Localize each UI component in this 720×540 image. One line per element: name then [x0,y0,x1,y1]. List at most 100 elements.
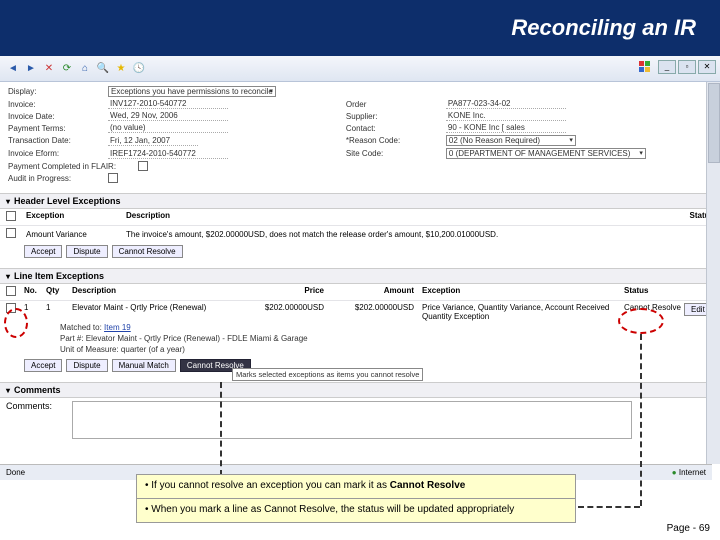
supplier-label: Supplier: [346,112,446,121]
header-exc-desc: The invoice's amount, $202.00000USD, doe… [126,230,654,239]
order-label: Order [346,100,446,109]
line-exc-row: 1 1 Elevator Maint - Qrtly Price (Renewa… [0,301,720,323]
matched-label: Matched to: [60,323,102,332]
close-button[interactable]: ✕ [698,60,716,74]
cannot-resolve-button[interactable]: Cannot Resolve [112,245,183,258]
completed-checkbox[interactable] [138,161,148,171]
contact-label: Contact: [346,124,446,133]
matched-to-row: Matched to: Item 19 [0,323,720,334]
dispute-button[interactable]: Dispute [66,245,107,258]
line-status: Cannot Resolve [624,303,684,312]
header-exc-checkall[interactable] [6,211,16,221]
comments-label: Comments: [6,401,66,411]
slide-title-bar: Reconciling an IR [0,0,720,56]
cannot-resolve-tooltip: Marks selected exceptions as items you c… [232,368,423,381]
reason-select[interactable]: 02 (No Reason Required) [446,135,576,146]
windows-flag-icon [638,60,652,74]
stop-icon[interactable]: ✕ [42,62,56,76]
line-exc-actions: Accept Dispute Manual Match Cannot Resol… [0,356,720,378]
line-row-check[interactable] [6,303,16,313]
audit-checkbox[interactable] [108,173,118,183]
header-exc-name: Amount Variance [26,230,126,239]
col-exception-line: Exception [422,286,624,298]
invoice-label: Invoice: [8,100,108,109]
line-exception: Price Variance, Quantity Variance, Accou… [422,303,624,321]
minimize-button[interactable]: _ [658,60,676,74]
callout-1: • If you cannot resolve an exception you… [136,474,576,499]
completed-label: Payment Completed in FLAIR: [8,162,138,171]
callout-2-text: • When you mark a line as Cannot Resolve… [145,504,514,515]
ir-form: Display: Exceptions you have permissions… [0,82,720,189]
line-checkall[interactable] [6,286,16,296]
callout-1-bold: Cannot Resolve [390,480,466,491]
home-icon[interactable]: ⌂ [78,62,92,76]
search-icon[interactable]: 🔍 [96,62,110,76]
comments-area: Comments: [0,398,720,442]
line-qty: 1 [46,303,72,312]
col-amount: Amount [332,286,422,298]
invdate-label: Invoice Date: [8,112,108,121]
line-exceptions-section[interactable]: Line Item Exceptions [0,268,720,284]
col-price: Price [232,286,332,298]
callout-2: • When you mark a line as Cannot Resolve… [136,498,576,523]
line-price: $202.00000USD [232,303,332,312]
line-desc: Elevator Maint - Qrtly Price (Renewal) [72,303,232,312]
favorites-icon[interactable]: ★ [114,62,128,76]
accept-button[interactable]: Accept [24,245,62,258]
display-select[interactable]: Exceptions you have permissions to recon… [108,86,276,97]
matched-part-row: Part #: Elevator Maint - Qrtly Price (Re… [0,334,720,345]
scroll-thumb[interactable] [708,83,720,163]
refresh-icon[interactable]: ⟳ [60,62,74,76]
site-label: Site Code: [346,149,446,158]
header-exc-columns: Exception Description Status [0,209,720,226]
site-select[interactable]: 0 (DEPARTMENT OF MANAGEMENT SERVICES) [446,148,646,159]
window-controls: _ ▫ ✕ [638,60,716,74]
col-status: Status [654,211,714,223]
eform-label: Invoice Eform: [8,149,108,158]
eform-value: IREF1724-2010-540772 [108,149,228,159]
comments-section[interactable]: Comments [0,382,720,398]
dispute-button-line[interactable]: Dispute [66,359,107,372]
invdate-value: Wed, 29 Nov, 2006 [108,111,228,121]
supplier-value: KONE Inc. [446,111,566,121]
annotation-line-2h [578,506,640,508]
display-label: Display: [8,87,108,96]
back-icon[interactable]: ◄ [6,62,20,76]
col-desc: Description [72,286,232,298]
status-done: Done [6,468,25,477]
vertical-scrollbar[interactable] [706,82,720,464]
header-exc-row-check[interactable] [6,228,16,238]
txndate-value: Fri, 12 Jan, 2007 [108,136,198,146]
page-number: Page - 69 [667,523,710,534]
payterms-label: Payment Terms: [8,124,108,133]
callout-1-text: • If you cannot resolve an exception you… [145,480,390,491]
manual-match-button[interactable]: Manual Match [112,359,176,372]
header-exc-actions: Accept Dispute Cannot Resolve [0,242,720,264]
comments-input[interactable] [72,401,632,439]
payterms-value: (no value) [108,123,228,133]
audit-label: Audit in Progress: [8,174,108,183]
line-no: 1 [24,303,46,312]
forward-icon[interactable]: ► [24,62,38,76]
contact-value: 90 - KONE Inc [ sales [446,123,566,133]
invoice-value: INV127-2010-540772 [108,99,228,109]
line-amount: $202.00000USD [332,303,422,312]
header-exc-row: Amount Variance The invoice's amount, $2… [0,226,720,242]
col-no: No. [24,286,46,298]
restore-button[interactable]: ▫ [678,60,696,74]
order-value: PA877-023-34-02 [446,99,566,109]
slide-title: Reconciling an IR [511,15,696,41]
matched-item: Item 19 [104,323,131,332]
accept-button-line[interactable]: Accept [24,359,62,372]
history-icon[interactable]: 🕓 [132,62,146,76]
reason-label: *Reason Code: [346,136,446,145]
col-status-line: Status [624,286,684,298]
col-description: Description [126,211,654,223]
line-exc-columns: No. Qty Description Price Amount Excepti… [0,284,720,301]
header-exceptions-section[interactable]: Header Level Exceptions [0,193,720,209]
txndate-label: Transaction Date: [8,136,108,145]
browser-toolbar: ◄ ► ✕ ⟳ ⌂ 🔍 ★ 🕓 _ ▫ ✕ [0,56,720,82]
status-zone: ● Internet [672,468,706,477]
col-exception: Exception [26,211,126,223]
matched-uom-row: Unit of Measure: quarter (of a year) [0,345,720,356]
